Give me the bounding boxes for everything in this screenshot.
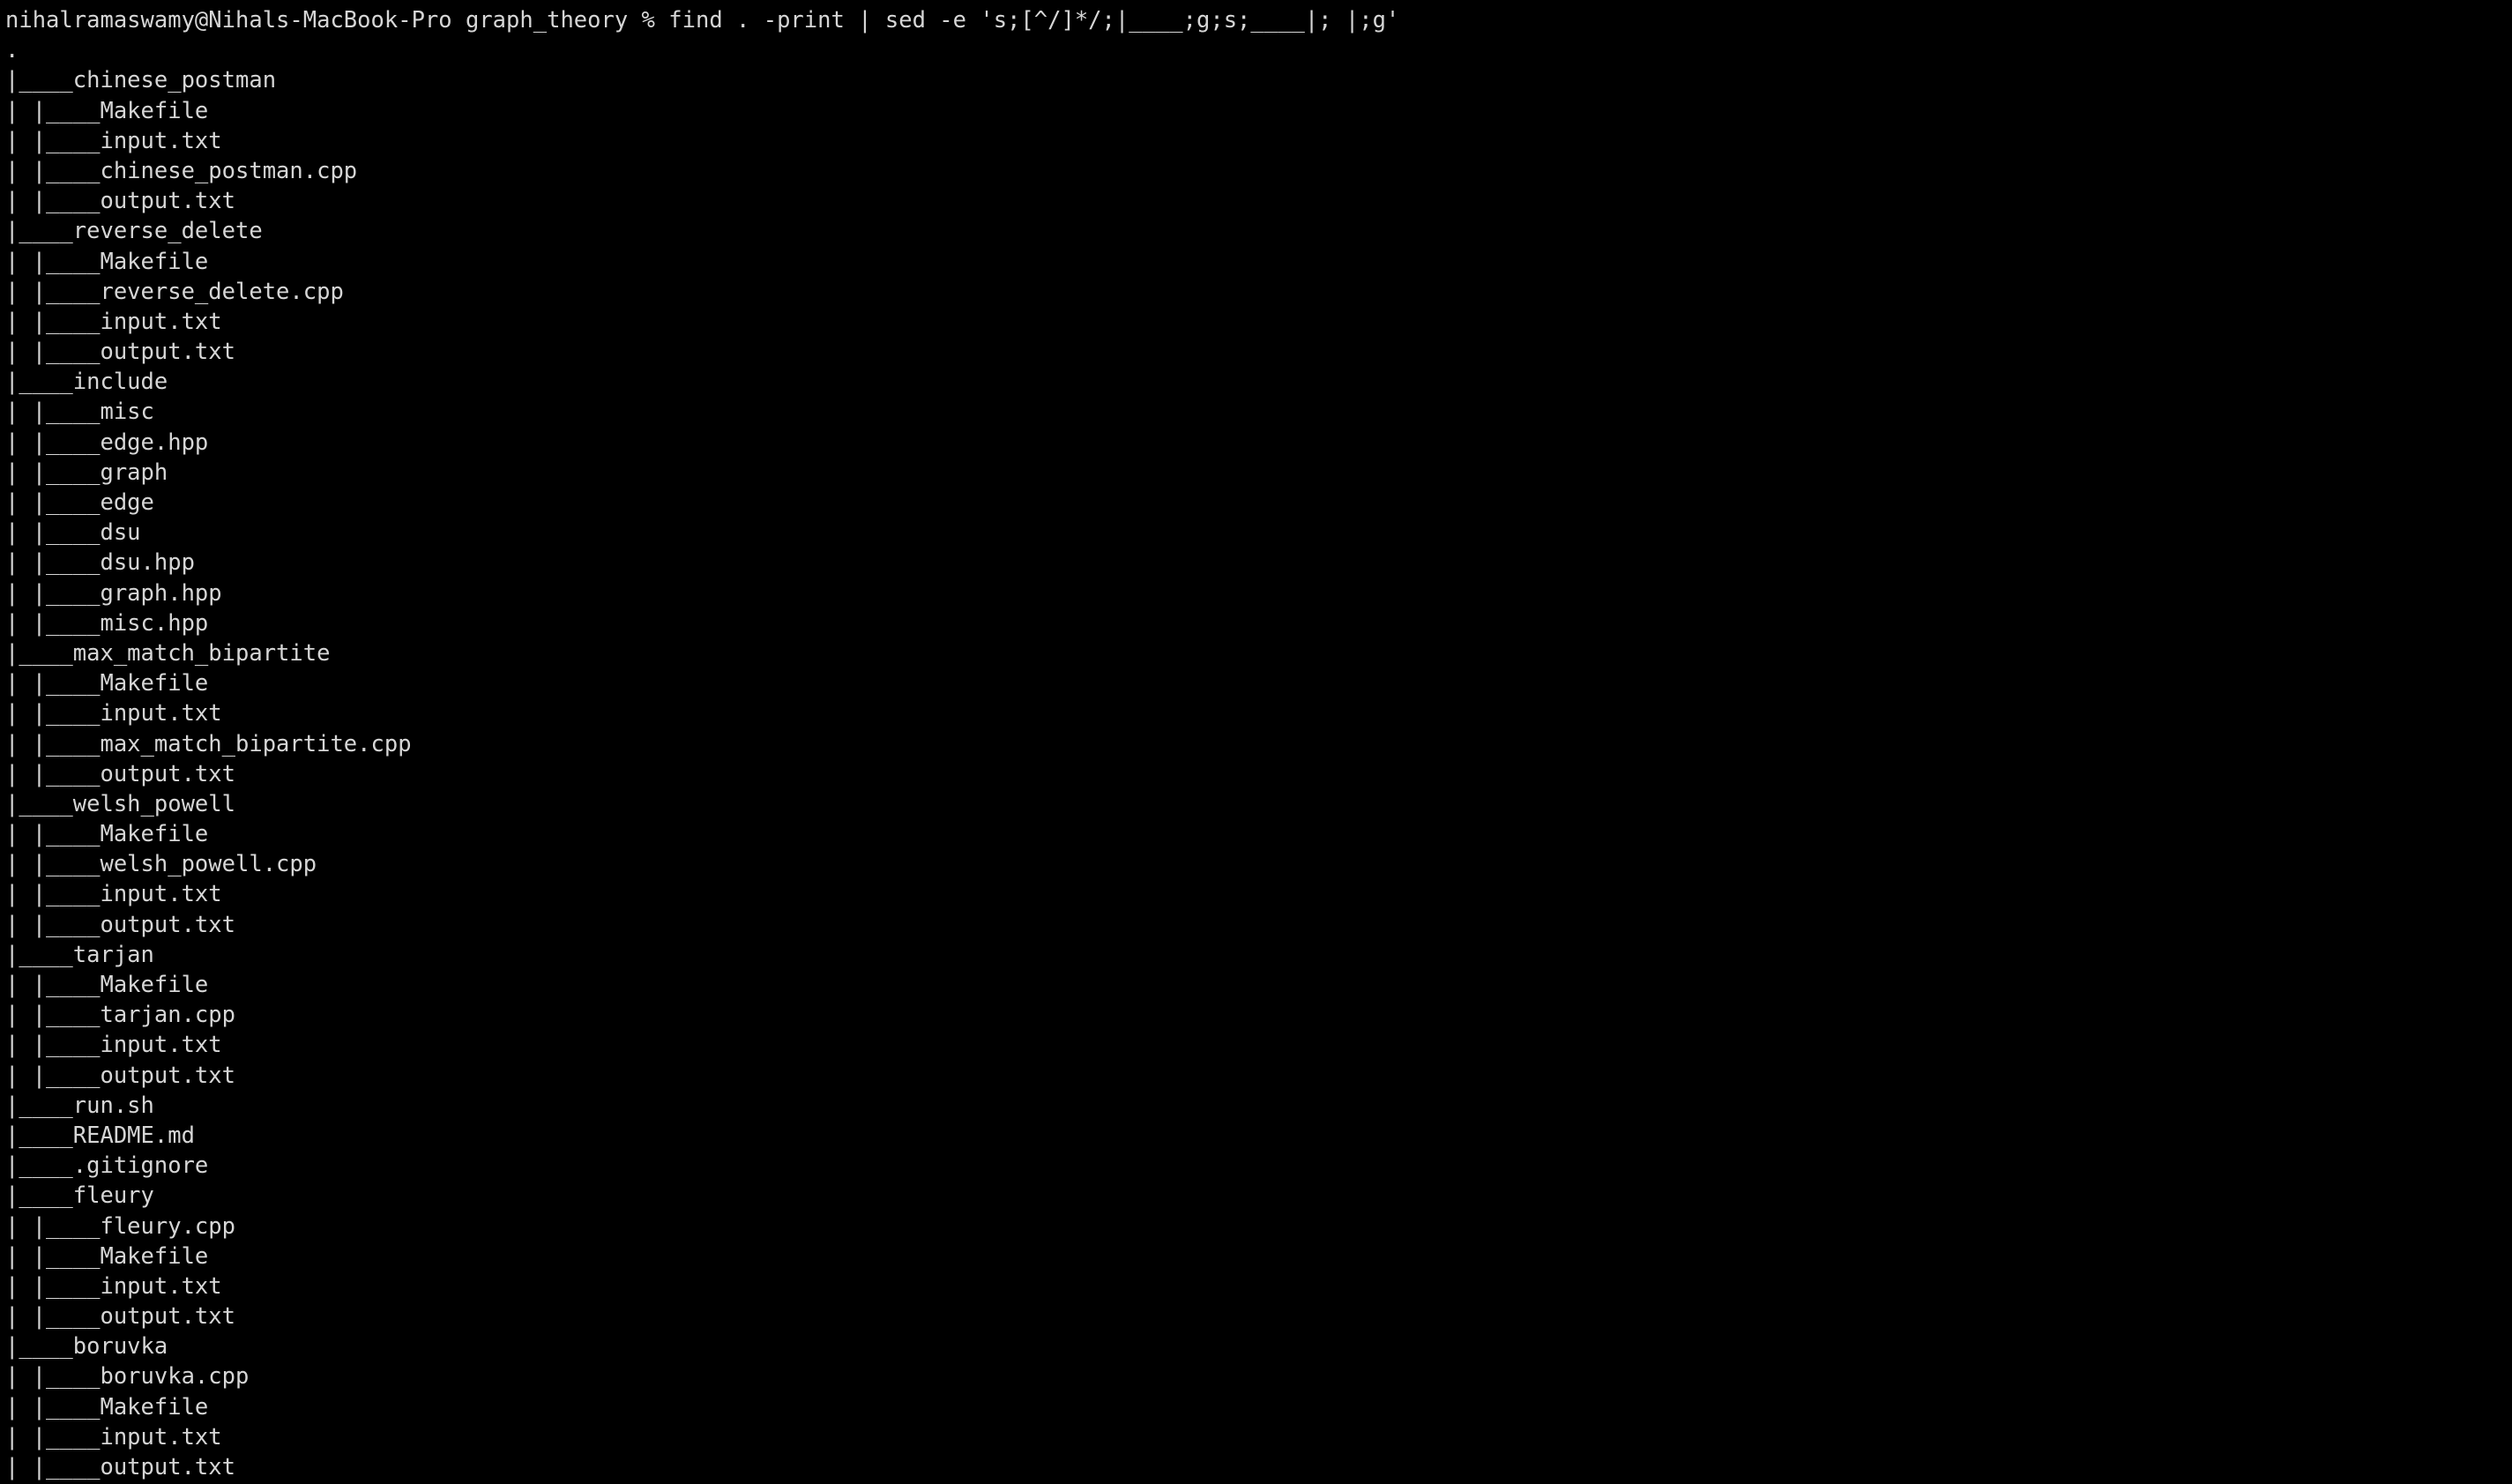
- output-line: |____run.sh: [5, 1092, 154, 1119]
- terminal-window[interactable]: nihalramaswamy@Nihals-MacBook-Pro graph_…: [0, 0, 2512, 1484]
- shell-prompt-line: nihalramaswamy@Nihals-MacBook-Pro graph_…: [5, 7, 1400, 34]
- output-line: |____welsh_powell: [5, 790, 235, 817]
- output-line: | |____dsu: [5, 519, 141, 547]
- output-line: | |____Makefile: [5, 670, 209, 697]
- output-line: | |____Makefile: [5, 97, 209, 124]
- output-line: |____reverse_delete: [5, 218, 263, 245]
- output-line: | |____misc: [5, 399, 154, 426]
- output-line: | |____welsh_powell.cpp: [5, 851, 317, 878]
- output-line: | |____chinese_postman.cpp: [5, 157, 358, 184]
- output-line: | |____output.txt: [5, 1303, 235, 1331]
- output-line: | |____Makefile: [5, 248, 209, 275]
- output-line: |____include: [5, 369, 168, 396]
- command-output-tree: . |____chinese_postman | |____Makefile | |_…: [5, 35, 2512, 1484]
- output-line: | |____reverse_delete.cpp: [5, 278, 344, 305]
- output-line: | |____misc.hpp: [5, 609, 209, 637]
- output-line: | |____output.txt: [5, 760, 235, 787]
- output-line: | |____dsu.hpp: [5, 549, 195, 577]
- output-line: | |____input.txt: [5, 700, 222, 727]
- output-line: | |____input.txt: [5, 308, 222, 335]
- output-line: | |____Makefile: [5, 1393, 209, 1421]
- output-line: |____chinese_postman: [5, 67, 277, 94]
- output-line: | |____graph: [5, 459, 168, 486]
- output-line: | |____fleury.cpp: [5, 1212, 235, 1240]
- output-line: | |____graph.hpp: [5, 579, 222, 607]
- output-line: |____.gitignore: [5, 1152, 209, 1180]
- output-line: | |____tarjan.cpp: [5, 1002, 235, 1029]
- output-line: |____tarjan: [5, 941, 154, 968]
- output-line: | |____input.txt: [5, 1272, 222, 1300]
- output-line: |____README.md: [5, 1122, 195, 1149]
- output-line: | |____output.txt: [5, 1454, 235, 1480]
- output-line: | |____Makefile: [5, 821, 209, 848]
- output-line: | |____edge.hpp: [5, 429, 209, 456]
- output-line: | |____Makefile: [5, 972, 209, 998]
- output-line: | |____input.txt: [5, 881, 222, 908]
- output-line: | |____input.txt: [5, 1032, 222, 1059]
- output-line: | |____output.txt: [5, 911, 235, 938]
- output-line: .: [5, 37, 19, 64]
- output-line: | |____output.txt: [5, 1062, 235, 1089]
- output-line: |____fleury: [5, 1182, 154, 1210]
- output-line: |____max_match_bipartite: [5, 639, 331, 667]
- output-line: | |____output.txt: [5, 188, 235, 215]
- output-line: | |____Makefile: [5, 1242, 209, 1270]
- output-line: | |____max_match_bipartite.cpp: [5, 730, 412, 757]
- output-line: | |____input.txt: [5, 127, 222, 154]
- output-line: | |____edge: [5, 489, 154, 516]
- output-line: | |____output.txt: [5, 339, 235, 366]
- output-line: |____boruvka: [5, 1333, 168, 1361]
- output-line: | |____input.txt: [5, 1423, 222, 1450]
- output-line: | |____boruvka.cpp: [5, 1363, 250, 1391]
